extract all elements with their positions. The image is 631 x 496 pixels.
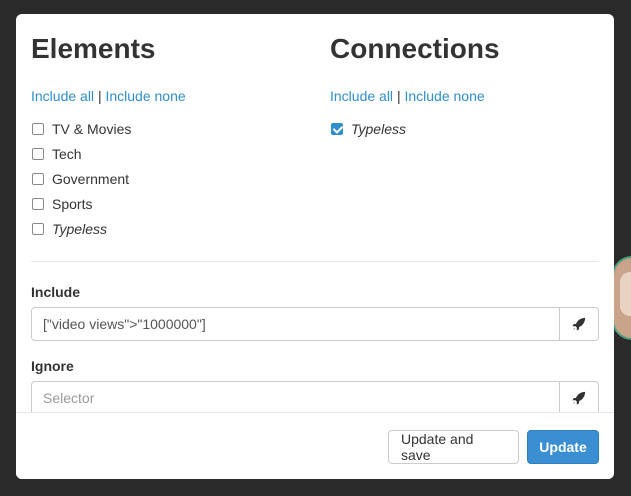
modal-footer: Update and save Update: [16, 412, 614, 479]
element-type-label: Tech: [52, 145, 82, 162]
connection-type-label: Typeless: [351, 120, 406, 137]
elements-include-links: Include all | Include none: [31, 87, 311, 105]
connections-title: Connections: [330, 33, 500, 64]
section-divider: [31, 261, 599, 262]
element-type-item[interactable]: Tech: [31, 141, 311, 166]
element-type-label: Typeless: [52, 220, 107, 237]
modal-body: Elements Include all | Include none TV &…: [16, 14, 614, 412]
checkbox[interactable]: [32, 197, 44, 210]
element-type-item[interactable]: Sports: [31, 191, 311, 216]
checkbox[interactable]: [32, 172, 44, 185]
ignore-selector-input[interactable]: [31, 381, 560, 412]
filter-modal: Elements Include all | Include none TV &…: [16, 14, 614, 479]
background-avatar: [612, 256, 631, 340]
element-type-item[interactable]: Government: [31, 166, 311, 191]
checkbox[interactable]: [32, 122, 44, 135]
elements-column: Elements Include all | Include none TV &…: [31, 30, 311, 241]
ignore-input-group: [31, 381, 599, 412]
connections-include-none-link[interactable]: Include none: [404, 88, 484, 104]
elements-include-none-link[interactable]: Include none: [105, 88, 185, 104]
elements-title: Elements: [31, 33, 156, 64]
include-label: Include: [31, 284, 81, 300]
connections-include-all-link[interactable]: Include all: [330, 88, 393, 104]
avatar-face: [620, 272, 631, 316]
connections-column: Connections Include all | Include none T…: [330, 30, 600, 141]
element-type-item[interactable]: TV & Movies: [31, 116, 311, 141]
element-type-label: TV & Movies: [52, 120, 132, 137]
rocket-icon: [572, 317, 586, 331]
include-input-group: [31, 307, 599, 341]
update-button[interactable]: Update: [527, 430, 599, 464]
elements-checklist: TV & Movies Tech Government Sports Typel…: [31, 116, 311, 241]
element-type-label: Sports: [52, 195, 93, 212]
link-separator: |: [396, 88, 401, 104]
elements-include-all-link[interactable]: Include all: [31, 88, 94, 104]
link-separator: |: [97, 88, 102, 104]
ignore-run-button[interactable]: [560, 381, 599, 412]
checkbox-checked[interactable]: [331, 122, 343, 135]
element-type-label: Government: [52, 170, 130, 187]
include-run-button[interactable]: [560, 307, 599, 341]
element-type-item[interactable]: Typeless: [31, 216, 311, 241]
ignore-label: Ignore: [31, 358, 74, 374]
checkbox[interactable]: [32, 147, 44, 160]
rocket-icon: [572, 391, 586, 405]
connections-checklist: Typeless: [330, 116, 600, 141]
include-selector-input[interactable]: [31, 307, 560, 341]
connection-type-item[interactable]: Typeless: [330, 116, 600, 141]
update-and-save-button[interactable]: Update and save: [388, 430, 519, 464]
checkbox[interactable]: [32, 222, 44, 235]
connections-include-links: Include all | Include none: [330, 87, 600, 105]
